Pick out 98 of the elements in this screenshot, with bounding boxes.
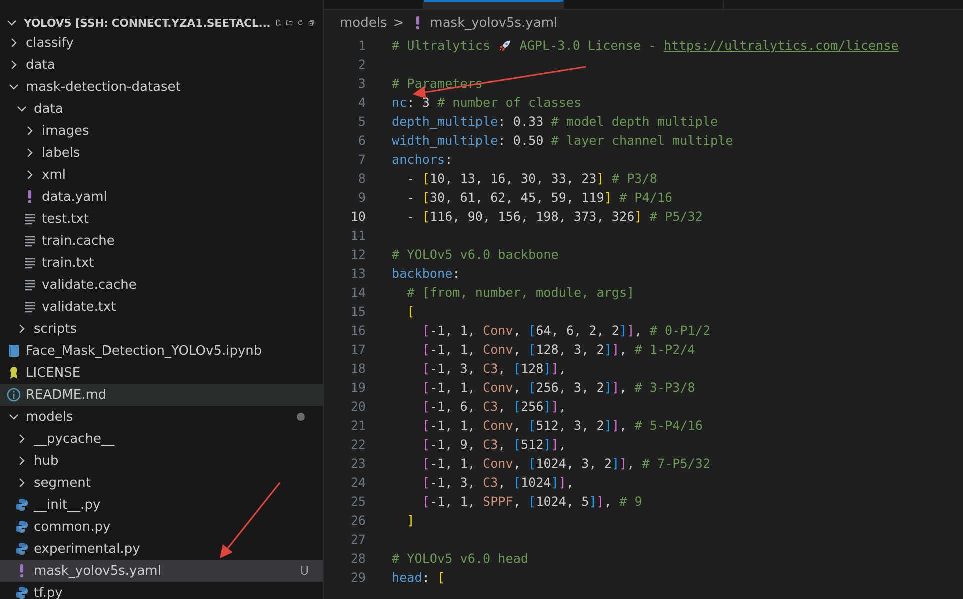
file-item[interactable]: train.txt	[0, 252, 323, 274]
code-comment: # Ultralytics	[392, 38, 492, 53]
line-number: 13	[350, 266, 366, 281]
folder-item[interactable]: mask-detection-dataset	[0, 76, 323, 98]
code-comment: AGPL-3.0 License -	[518, 38, 658, 53]
line-number: 26	[350, 513, 366, 528]
code-line: head: [	[392, 570, 446, 585]
info-icon	[6, 387, 22, 403]
python-icon	[14, 519, 30, 535]
code-line: - [30, 61, 62, 45, 59, 119] # P4/16	[406, 190, 673, 205]
python-icon	[14, 541, 30, 557]
folder-item[interactable]: __pycache__	[0, 428, 323, 450]
file-item[interactable]: Face_Mask_Detection_YOLOv5.ipynb	[0, 340, 323, 362]
code-line: [-1, 3, C3, [1024]],	[421, 475, 574, 490]
line-number: 20	[350, 399, 366, 414]
line-number: 27	[350, 532, 366, 547]
code-line: [-1, 1, SPPF, [1024, 5]], # 9	[421, 494, 642, 509]
breadcrumb-separator: >	[393, 16, 404, 30]
code-line: [-1, 9, C3, [512]],	[421, 437, 566, 452]
line-number: 10	[350, 209, 366, 224]
folder-item[interactable]: images	[0, 120, 323, 142]
code-line: backbone:	[392, 266, 460, 281]
breadcrumb-file[interactable]: mask_yolov5s.yaml	[430, 16, 558, 30]
line-number: 29	[350, 570, 366, 585]
file-item[interactable]: tf.py	[0, 582, 323, 599]
code-line: [-1, 1, Conv, [512, 3, 2]], # 5-P4/16	[421, 418, 703, 433]
folder-item[interactable]: scripts	[0, 318, 323, 340]
breadcrumb-folder[interactable]: models	[340, 16, 388, 30]
code-line: anchors:	[392, 152, 453, 167]
file-item[interactable]: validate.txt	[0, 296, 323, 318]
folder-item[interactable]: data	[0, 98, 323, 120]
file-item[interactable]: README.md	[0, 384, 323, 406]
file-item[interactable]: LICENSE	[0, 362, 323, 384]
line-number: 14	[350, 285, 366, 300]
license-link[interactable]: https://ultralytics.com/license	[664, 38, 899, 53]
exclamation-icon	[27, 190, 33, 204]
code-line: [-1, 3, C3, [128]],	[421, 361, 566, 376]
line-number: 22	[350, 437, 366, 452]
code-line: [	[406, 304, 415, 319]
code-line: [-1, 1, Conv, [128, 3, 2]], # 1-P2/4	[421, 342, 696, 357]
python-icon	[14, 497, 30, 513]
line-number: 25	[350, 494, 366, 509]
line-number: 24	[350, 475, 366, 490]
line-number: 19	[350, 380, 366, 395]
line-number: 3	[357, 76, 366, 91]
file-item[interactable]: validate.cache	[0, 274, 323, 296]
line-number: 5	[357, 114, 366, 129]
file-item[interactable]: test.txt	[0, 208, 323, 230]
code-line: # YOLOv5 v6.0 head	[392, 551, 528, 566]
exclamation-icon	[415, 16, 422, 30]
code-line: [-1, 1, Conv, [256, 3, 2]], # 3-P3/8	[421, 380, 696, 395]
code-line: - [10, 13, 16, 30, 33, 23] # P3/8	[406, 171, 658, 186]
rocket-icon	[498, 38, 512, 52]
folder-item[interactable]: models	[0, 406, 323, 428]
folder-item[interactable]: data	[0, 54, 323, 76]
code-line: width_multiple: 0.50 # layer channel multiple	[392, 133, 734, 148]
line-number: 17	[350, 342, 366, 357]
code-line: depth_multiple: 0.33 # model depth multiple	[392, 114, 718, 129]
tab[interactable]	[424, 0, 564, 9]
code-line: ]	[406, 513, 415, 528]
line-number: 12	[350, 247, 366, 262]
line-number: 23	[350, 456, 366, 471]
exclamation-icon	[19, 564, 25, 578]
line-number: 8	[357, 171, 366, 186]
line-number: 6	[357, 133, 366, 148]
code-line: [-1, 1, Conv, [64, 6, 2, 2]], # 0-P1/2	[421, 323, 711, 338]
line-number: 28	[350, 551, 366, 566]
python-icon	[14, 585, 30, 599]
line-number: 9	[357, 190, 366, 205]
line-number: 11	[350, 228, 366, 243]
folder-item[interactable]: hub	[0, 450, 323, 472]
code-line: [-1, 1, Conv, [1024, 3, 2]], # 7-P5/32	[421, 456, 711, 471]
folder-item[interactable]: labels	[0, 142, 323, 164]
explorer-title: YOLOV5 [SSH: CONNECT.YZA1.SEETACL...	[24, 16, 271, 30]
code-line: - [116, 90, 156, 198, 373, 326] # P5/32	[406, 209, 703, 224]
code-line: # [from, number, module, args]	[406, 285, 635, 300]
file-item[interactable]: data.yaml	[0, 186, 323, 208]
file-item[interactable]: train.cache	[0, 230, 323, 252]
line-number: 2	[357, 57, 366, 72]
folder-item[interactable]: xml	[0, 164, 323, 186]
code-line: # Parameters	[392, 76, 483, 91]
line-number: 16	[350, 323, 366, 338]
line-number: 4	[357, 95, 366, 110]
folder-item[interactable]: segment	[0, 472, 323, 494]
line-number: 15	[350, 304, 366, 319]
code-line: # YOLOv5 v6.0 backbone	[392, 247, 559, 262]
file-item[interactable]: common.py	[0, 516, 323, 538]
line-number: 21	[350, 418, 366, 433]
notebook-icon	[6, 343, 22, 359]
line-number: 1	[357, 38, 366, 53]
file-item[interactable]: experimental.py	[0, 538, 323, 560]
line-number: 7	[357, 152, 366, 167]
code-line: nc: 3 # number of classes	[392, 95, 582, 110]
line-number: 18	[350, 361, 366, 376]
file-item[interactable]: mask_yolov5s.yaml U	[0, 560, 323, 582]
code-line: [-1, 6, C3, [256]],	[421, 399, 566, 414]
file-item[interactable]: __init__.py	[0, 494, 323, 516]
folder-item[interactable]: classify	[0, 32, 323, 54]
